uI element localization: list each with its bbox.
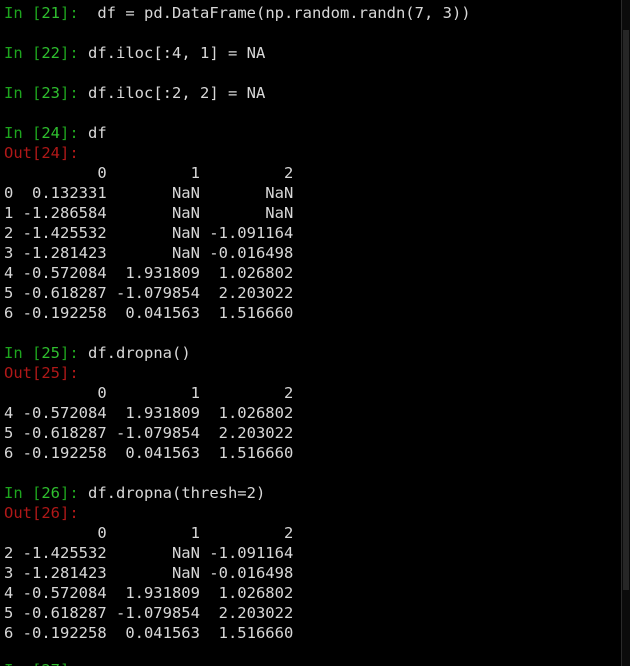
input-line-23[interactable]: In [23]: df.iloc[:2, 2] = NA [4, 83, 265, 103]
dataframe-row: 6 -0.192258 0.041563 1.516660 [4, 304, 294, 322]
dataframe-row: 6 -0.192258 0.041563 1.516660 [4, 444, 294, 462]
dataframe-header: 0 1 2 [4, 164, 294, 182]
input-line-24[interactable]: In [24]: df [4, 123, 107, 143]
dataframe-row: 3 -1.281423 NaN -0.016498 [4, 244, 294, 262]
dataframe-row: 4 -0.572084 1.931809 1.026802 [4, 264, 294, 282]
scrollbar[interactable] [621, 0, 630, 666]
scroll-thumb[interactable] [623, 30, 629, 590]
dataframe-row: 1 -1.286584 NaN NaN [4, 204, 294, 222]
dataframe-row: 4 -0.572084 1.931809 1.026802 [4, 404, 294, 422]
output-prompt-24: Out[24]: [4, 144, 79, 162]
dataframe-row: 2 -1.425532 NaN -1.091164 [4, 544, 294, 562]
dataframe-row: 3 -1.281423 NaN -0.016498 [4, 564, 294, 582]
dataframe-header: 0 1 2 [4, 524, 294, 542]
input-line-21[interactable]: In [21]: df = pd.DataFrame(np.random.ran… [4, 3, 471, 23]
input-line-27[interactable]: In [27]: [4, 660, 88, 666]
dataframe-row: 6 -0.192258 0.041563 1.516660 [4, 624, 294, 642]
output-prompt-26: Out[26]: [4, 504, 79, 522]
dataframe-row: 5 -0.618287 -1.079854 2.203022 [4, 604, 294, 622]
code-text: df.dropna() [88, 344, 191, 362]
output-prompt-25: Out[25]: [4, 364, 79, 382]
code-text: df.dropna(thresh=2) [88, 484, 266, 502]
dataframe-row: 0 0.132331 NaN NaN [4, 184, 294, 202]
dataframe-row: 2 -1.425532 NaN -1.091164 [4, 224, 294, 242]
code-text: df.iloc[:4, 1] = NA [88, 44, 266, 62]
dataframe-row: 5 -0.618287 -1.079854 2.203022 [4, 424, 294, 442]
input-line-26[interactable]: In [26]: df.dropna(thresh=2) [4, 483, 265, 503]
ipython-terminal[interactable]: In [21]: df = pd.DataFrame(np.random.ran… [0, 0, 630, 666]
dataframe-row: 5 -0.618287 -1.079854 2.203022 [4, 284, 294, 302]
dataframe-header: 0 1 2 [4, 384, 294, 402]
code-text: df [88, 124, 107, 142]
dataframe-row: 4 -0.572084 1.931809 1.026802 [4, 584, 294, 602]
input-line-25[interactable]: In [25]: df.dropna() [4, 343, 191, 363]
code-text: df = pd.DataFrame(np.random.randn(7, 3)) [97, 4, 471, 22]
code-text: df.iloc[:2, 2] = NA [88, 84, 266, 102]
input-line-22[interactable]: In [22]: df.iloc[:4, 1] = NA [4, 43, 265, 63]
